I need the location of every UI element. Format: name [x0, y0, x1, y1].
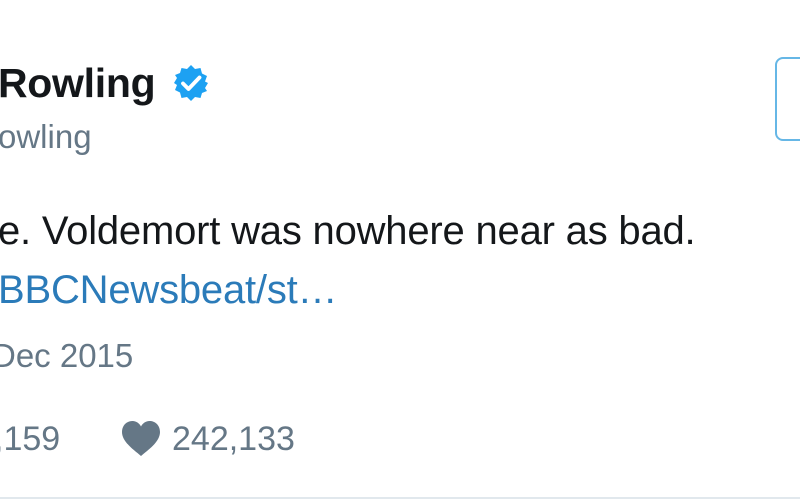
tweet-link[interactable]: BBCNewsbeat/st… — [0, 268, 338, 313]
tweet-text: e. Voldemort was nowhere near as bad. — [0, 209, 696, 253]
tweet-timestamp[interactable]: Dec 2015 — [0, 337, 133, 375]
author-handle[interactable]: owling — [0, 118, 92, 156]
bottom-divider — [0, 497, 800, 499]
tweet-stats: ,159 242,133 — [0, 415, 295, 463]
heart-icon[interactable] — [120, 420, 162, 458]
author-header: Rowling — [0, 58, 211, 108]
author-display-name[interactable]: Rowling — [0, 60, 156, 107]
retweet-count[interactable]: ,159 — [0, 420, 120, 459]
verified-badge-icon — [171, 63, 211, 103]
follow-button[interactable] — [775, 57, 800, 141]
like-count[interactable]: 242,133 — [172, 420, 295, 459]
tweet-card: Rowling owling e. Voldemort was nowhere … — [0, 0, 800, 503]
